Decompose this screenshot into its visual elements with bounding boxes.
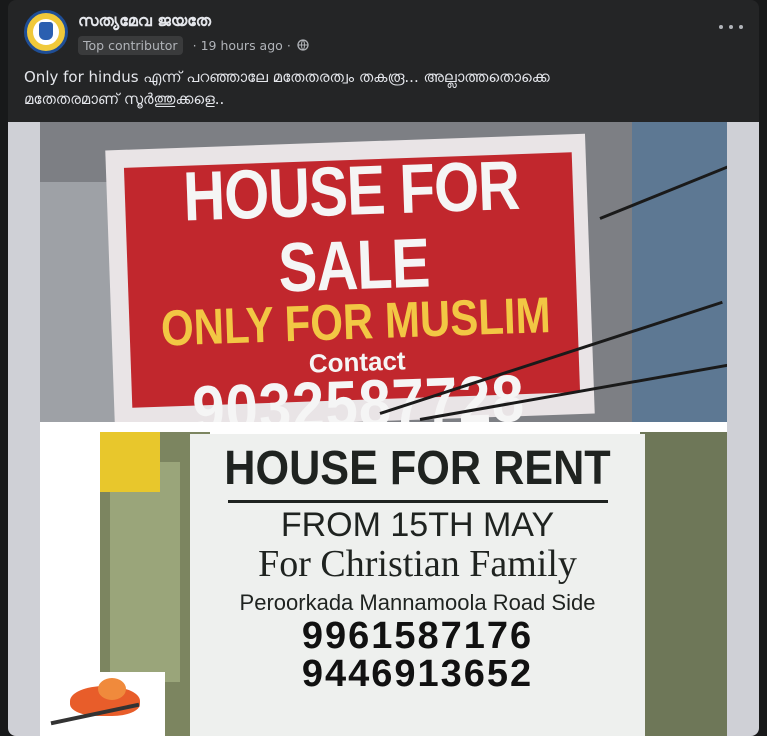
foliage (110, 462, 180, 682)
rent-notice-text: HOUSE FOR RENT FROM 15TH MAY For Christi… (195, 442, 640, 693)
sale-photo: HOUSE FOR SALE ONLY FOR MUSLIM Contact 9… (40, 122, 727, 448)
emblem-icon (39, 22, 53, 40)
caption-line-1: Only for hindus എന്ന് പറഞ്ഞാലേ മതേതരത്വം… (24, 68, 550, 86)
post-card: സത്യമേവ ജയതേ Top contributor · 19 hours … (8, 0, 759, 736)
more-dot (719, 25, 723, 29)
watermark-logo (40, 672, 165, 736)
logo-shape (98, 678, 126, 700)
post-header: സത്യമേവ ജയതേ Top contributor · 19 hours … (8, 0, 759, 60)
page-avatar[interactable] (24, 10, 68, 54)
page-name[interactable]: സത്യമേവ ജയതേ (78, 11, 211, 31)
post-image-area[interactable]: HOUSE FOR SALE ONLY FOR MUSLIM Contact 9… (8, 122, 759, 736)
more-dot (729, 25, 733, 29)
rent-heading: HOUSE FOR RENT (224, 442, 611, 495)
meta-separator: · (192, 37, 197, 53)
more-dot (739, 25, 743, 29)
top-contributor-badge[interactable]: Top contributor (78, 35, 183, 55)
rent-audience: For Christian Family (258, 543, 577, 585)
post-timestamp[interactable]: 19 hours ago (201, 38, 283, 53)
foliage (640, 432, 727, 736)
post-caption: Only for hindus എന്ന് പറഞ്ഞാലേ മതേതരത്വം… (24, 66, 744, 110)
post-meta: Top contributor · 19 hours ago · (78, 35, 309, 55)
sale-banner-text: HOUSE FOR SALE ONLY FOR MUSLIM Contact 9… (135, 146, 574, 447)
post-photo[interactable]: HOUSE FOR SALE ONLY FOR MUSLIM Contact 9… (40, 122, 727, 736)
more-horizontal-icon[interactable] (719, 20, 743, 34)
rent-photo: HOUSE FOR RENT FROM 15TH MAY For Christi… (40, 422, 727, 736)
caption-line-2: മതേതരമാണ് സൂർത്തുക്കളെ.. (24, 90, 225, 108)
rent-date: FROM 15TH MAY (280, 506, 555, 544)
yellow-sign (100, 432, 160, 492)
globe-icon (297, 39, 309, 51)
rent-phone-2: 9446913652 (301, 653, 534, 695)
meta-separator: · (286, 37, 291, 53)
rent-phone-1: 9961587176 (301, 615, 534, 657)
rent-divider (227, 500, 608, 503)
rent-location: Peroorkada Mannamoola Road Side (239, 590, 596, 615)
